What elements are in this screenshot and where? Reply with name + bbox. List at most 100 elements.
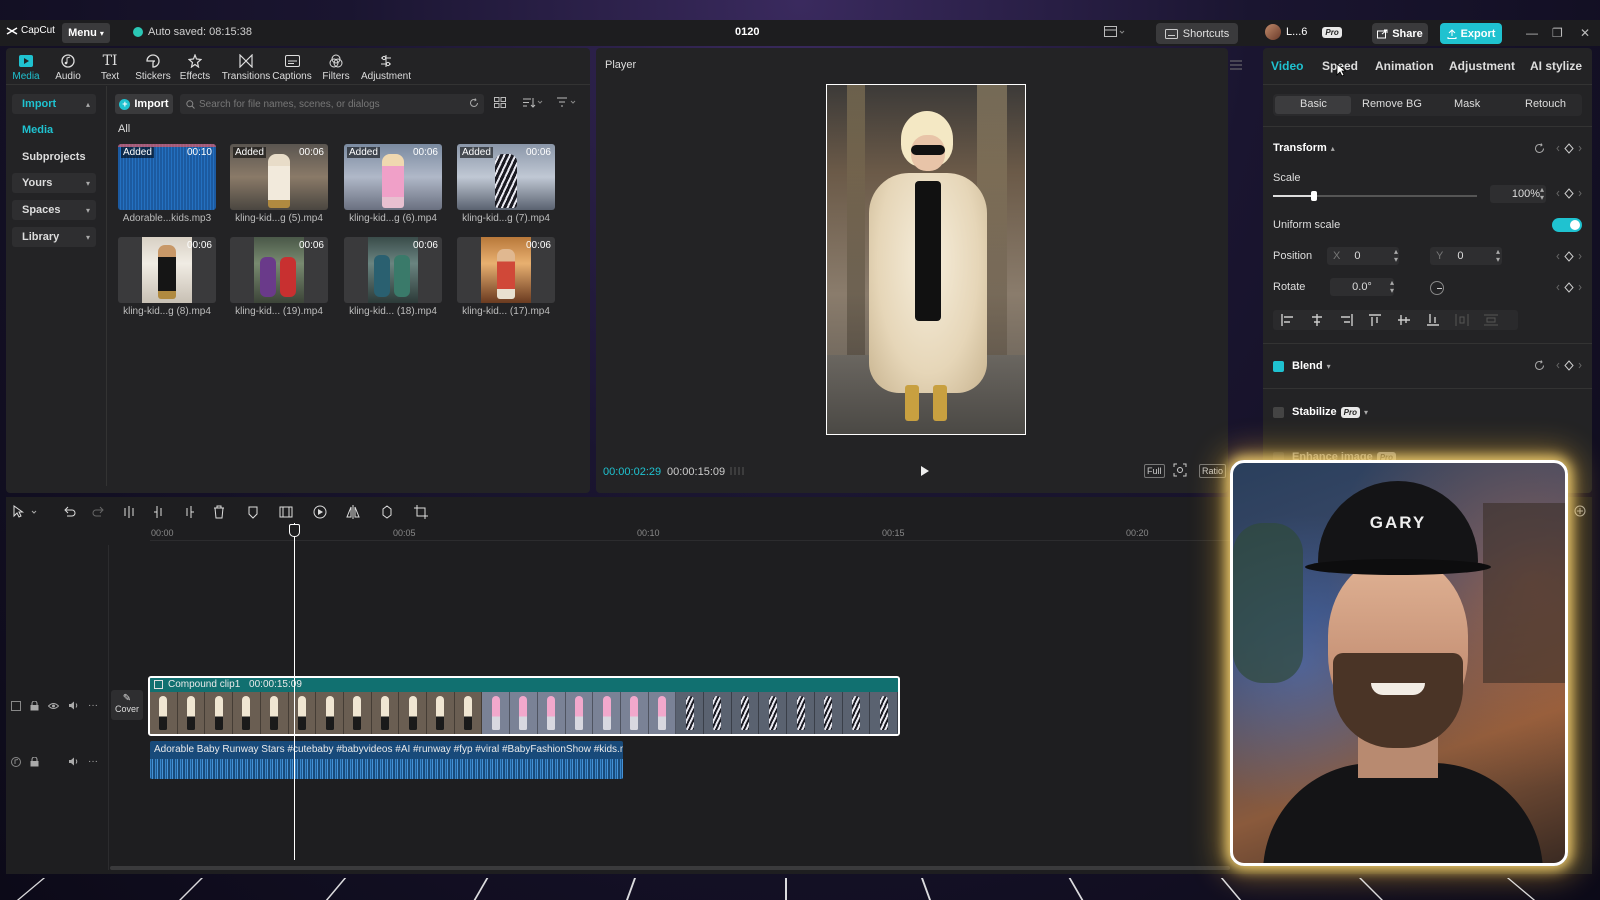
speaker-icon[interactable] [68, 757, 79, 766]
timeline-scrollbar[interactable] [110, 866, 1230, 870]
tab-video[interactable]: Video [1271, 59, 1303, 73]
rotate-dial-icon[interactable] [1430, 281, 1444, 295]
tab-adjustment[interactable]: Adjustment [1449, 59, 1515, 73]
undo-icon[interactable] [62, 505, 76, 519]
speed-icon[interactable] [313, 505, 327, 519]
crop-icon[interactable] [414, 505, 428, 519]
more-icon[interactable]: ··· [88, 700, 98, 711]
stepper-icon[interactable]: ▴ ▾ [1540, 186, 1544, 202]
menu-button[interactable]: Menu ▾ [62, 23, 110, 43]
split-right-icon[interactable] [182, 505, 196, 519]
cover-button[interactable]: ✎ Cover [111, 690, 143, 720]
tab-media[interactable]: Media [4, 52, 48, 82]
slider-knob[interactable] [1310, 191, 1317, 201]
transform-section-header[interactable]: Transform ▴ [1273, 142, 1335, 154]
tab-effects[interactable]: Effects [173, 52, 217, 82]
sidebar-item-library[interactable]: Library ▾ [12, 227, 96, 247]
tab-filters[interactable]: Filters [314, 52, 358, 82]
tab-text[interactable]: TI Text [88, 52, 132, 82]
marker-icon[interactable] [246, 505, 260, 519]
lock-icon[interactable] [30, 700, 39, 711]
rotate-input[interactable]: 0.0° [1330, 278, 1394, 296]
playhead-handle[interactable] [289, 524, 300, 537]
layout-icon[interactable] [1104, 26, 1126, 38]
align-center-h-icon[interactable] [1310, 314, 1324, 326]
keyframe-icon[interactable] [1556, 188, 1582, 199]
user-account[interactable]: L...6 Pro [1265, 24, 1342, 40]
stepper-icon[interactable]: ▴ ▾ [1496, 248, 1500, 264]
shortcuts-button[interactable]: Shortcuts [1156, 23, 1238, 44]
mirror-icon[interactable] [346, 505, 360, 519]
close-icon[interactable]: ✕ [1580, 26, 1590, 40]
media-item-video[interactable]: Added 00:06 [344, 144, 442, 210]
playhead[interactable] [294, 523, 295, 860]
split-left-icon[interactable] [152, 505, 166, 519]
ratio-button[interactable]: Ratio [1199, 464, 1227, 478]
align-center-v-icon[interactable] [1397, 314, 1411, 326]
align-left-icon[interactable] [1281, 314, 1295, 326]
tab-captions[interactable]: Captions [270, 52, 314, 82]
distribute-h-icon[interactable] [1455, 314, 1469, 326]
reset-icon[interactable] [1534, 143, 1545, 154]
import-button[interactable]: + Import [115, 94, 173, 114]
keyframe-icon[interactable] [1556, 251, 1582, 262]
lock-icon[interactable] [30, 756, 39, 767]
align-bottom-icon[interactable] [1426, 314, 1440, 326]
subtab-retouch[interactable]: Retouch [1525, 98, 1566, 110]
restore-icon[interactable]: ❐ [1552, 26, 1563, 40]
sidebar-item-yours[interactable]: Yours ▾ [12, 173, 96, 193]
subtab-basic[interactable]: Basic [1300, 98, 1327, 110]
audio-clip[interactable]: Adorable Baby Runway Stars #cutebaby #ba… [150, 741, 623, 779]
media-item-video[interactable]: 00:06 [230, 237, 328, 303]
project-title[interactable]: 0120 [735, 26, 759, 38]
keyframe-icon[interactable] [1556, 282, 1582, 293]
subtab-mask[interactable]: Mask [1454, 98, 1480, 110]
freeze-icon[interactable] [279, 505, 293, 519]
sidebar-item-subprojects[interactable]: Subprojects [12, 147, 96, 167]
align-top-icon[interactable] [1368, 314, 1382, 326]
reset-icon[interactable] [1534, 360, 1545, 371]
sidebar-item-spaces[interactable]: Spaces ▾ [12, 200, 96, 220]
zoom-add-icon[interactable] [1574, 505, 1586, 517]
media-item-video[interactable]: 00:06 [118, 237, 216, 303]
media-item-video[interactable]: 00:06 [457, 237, 555, 303]
keyframe-icon[interactable] [1556, 143, 1582, 154]
align-right-icon[interactable] [1339, 314, 1353, 326]
stabilize-checkbox[interactable] [1273, 406, 1284, 418]
sidebar-item-import[interactable]: Import ▴ [12, 94, 96, 114]
tab-transitions[interactable]: Transitions [221, 52, 271, 82]
media-item-video[interactable]: Added 00:06 [230, 144, 328, 210]
stabilize-section-header[interactable]: Stabilize Pro ▾ [1273, 406, 1368, 418]
full-quality-button[interactable]: Full [1144, 464, 1165, 478]
keyframe-icon[interactable] [1556, 360, 1582, 371]
filter-all-label[interactable]: All [118, 123, 130, 135]
video-clip[interactable]: Compound clip1 00:00:15:09 [148, 676, 900, 736]
redo-icon[interactable] [92, 505, 106, 519]
distribute-v-icon[interactable] [1484, 314, 1498, 326]
refresh-icon[interactable] [469, 98, 479, 108]
media-item-video[interactable]: 00:06 [344, 237, 442, 303]
track-box-icon[interactable] [11, 700, 21, 711]
timeline-mode-icon[interactable] [730, 466, 746, 476]
select-tool-icon[interactable] [12, 505, 40, 519]
grid-view-icon[interactable] [494, 97, 506, 108]
audio-track-icon[interactable] [11, 756, 21, 767]
tab-animation[interactable]: Animation [1375, 59, 1434, 73]
sidebar-item-media[interactable]: Media [12, 120, 96, 140]
share-button[interactable]: Share [1372, 23, 1428, 44]
stepper-icon[interactable]: ▴ ▾ [1394, 248, 1398, 264]
filter-icon[interactable] [556, 97, 578, 108]
blend-section-header[interactable]: Blend ▾ [1273, 360, 1331, 372]
stepper-icon[interactable]: ▴ ▾ [1390, 279, 1394, 295]
media-item-audio[interactable]: Added 00:10 [118, 144, 216, 210]
position-x-input[interactable]: X 0 [1327, 247, 1399, 265]
blend-checkbox[interactable] [1273, 360, 1284, 372]
scale-input[interactable]: 100% [1490, 185, 1546, 203]
position-y-input[interactable]: Y 0 [1430, 247, 1502, 265]
media-item-video[interactable]: Added 00:06 [457, 144, 555, 210]
zoom-fit-icon[interactable] [1173, 463, 1187, 477]
tab-adjustment[interactable]: Adjustment [360, 52, 412, 82]
tab-audio[interactable]: Audio [46, 52, 90, 82]
rotate-icon[interactable] [380, 505, 394, 519]
scale-slider[interactable] [1273, 188, 1477, 204]
